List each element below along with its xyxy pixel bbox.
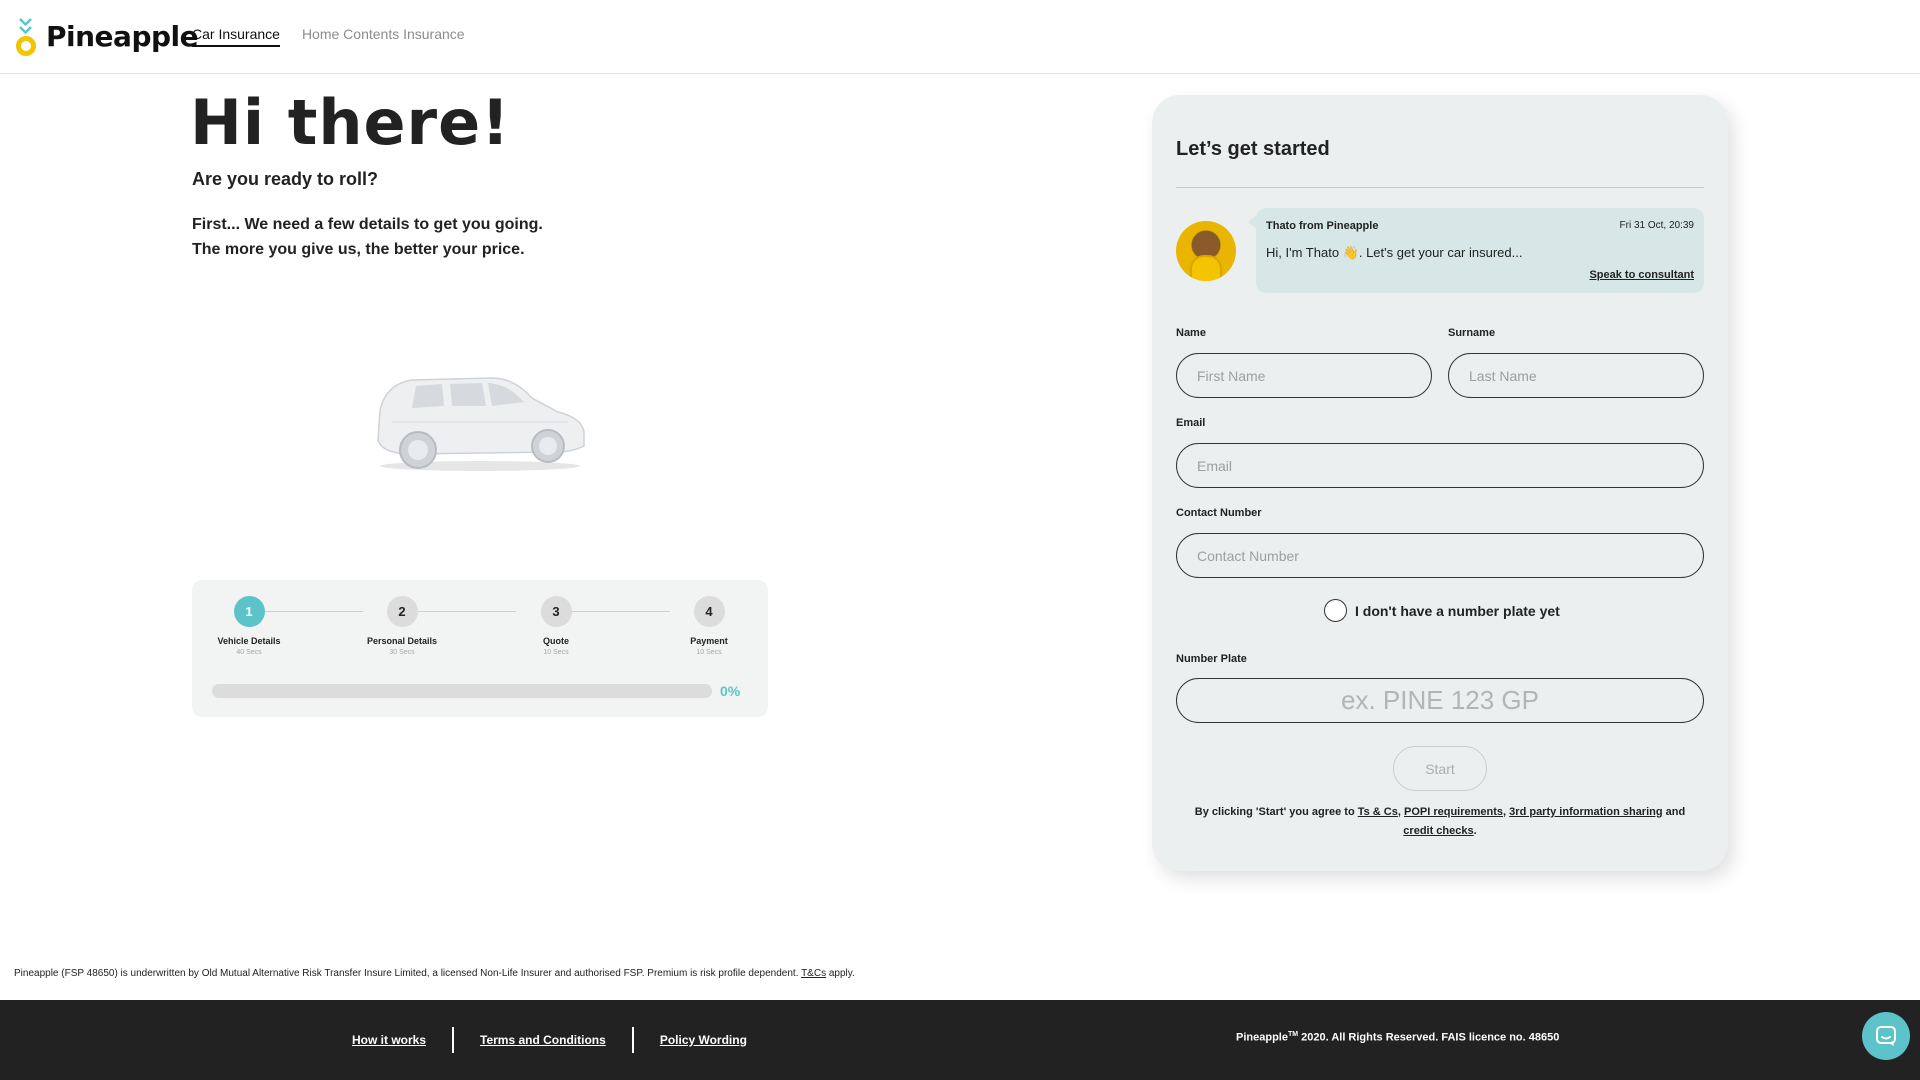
chat-message: Hi, I'm Thato 👋. Let's get your car insu… [1266,245,1523,260]
disclaimer-tcs-link[interactable]: T&Cs [801,968,826,979]
nav-car-insurance[interactable]: Car Insurance [192,26,280,47]
main-nav: Car Insurance Home Contents Insurance [192,26,465,47]
site-footer: How it works Terms and Conditions Policy… [0,1000,1920,1080]
progress-bar [212,684,712,698]
divider [1176,187,1704,188]
no-number-plate-label: I don't have a number plate yet [1355,602,1560,619]
footer-how-it-works-link[interactable]: How it works [352,1033,426,1047]
step-number: 2 [386,596,418,627]
copyright-text: 2020. All Rights Reserved. FAIS licence … [1301,1031,1560,1044]
first-name-input[interactable] [1176,353,1432,398]
copyright-brand: Pineapple [1236,1031,1288,1044]
step-name: Vehicle Details [217,636,281,646]
contact-number-input[interactable] [1176,533,1704,578]
consultant-avatar [1176,221,1236,281]
chat-icon [1876,1026,1896,1046]
ts-cs-link[interactable]: Ts & Cs [1358,806,1398,818]
step-time: 30 Secs [389,649,415,656]
progress-steps-panel: 1 Vehicle Details 40 Secs 2 Personal Det… [192,580,768,717]
step-number: 3 [540,596,572,627]
contact-number-label: Contact Number [1176,507,1262,519]
surname-label: Surname [1448,327,1496,339]
disclaimer-suffix: apply. [828,968,855,979]
number-plate-label: Number Plate [1176,653,1247,665]
form-title: Let’s get started [1176,138,1330,160]
step-payment: 4 Payment 10 Secs [654,596,764,656]
no-number-plate-option[interactable]: I don't have a number plate yet [1324,599,1560,622]
footer-terms-link[interactable]: Terms and Conditions [480,1033,606,1047]
step-time: 40 Secs [236,649,262,656]
last-name-input[interactable] [1448,353,1704,398]
terms-prefix: By clicking 'Start' you agree to [1194,806,1355,818]
legal-disclaimer: Pineapple (FSP 48650) is underwritten by… [14,968,855,979]
copyright: PineappleTM 2020. All Rights Reserved. F… [1236,1031,1559,1044]
step-number: 4 [693,596,725,627]
email-input[interactable] [1176,443,1704,488]
name-label: Name [1176,327,1206,339]
quote-form-card: Let’s get started Thato from Pineapple F… [1152,95,1728,871]
popi-requirements-link[interactable]: POPI requirements [1404,806,1503,818]
chat-timestamp: Fri 31 Oct, 20:39 [1619,220,1694,231]
footer-policy-wording-link[interactable]: Policy Wording [660,1033,747,1047]
credit-checks-link[interactable]: credit checks [1403,825,1473,837]
number-plate-input[interactable] [1176,678,1704,723]
step-name: Personal Details [366,636,438,646]
chat-sender: Thato from Pineapple [1266,220,1379,232]
logo-text: Pineapple [46,19,199,53]
step-quote: 3 Quote 10 Secs [501,596,611,656]
hero-description: First... We need a few details to get yo… [192,212,543,262]
step-number: 1 [233,596,265,627]
start-button[interactable]: Start [1393,746,1487,791]
third-party-sharing-link[interactable]: 3rd party information sharing [1509,806,1662,818]
step-time: 10 Secs [696,649,722,656]
hero-description-line-1: First... We need a few details to get yo… [192,216,543,233]
hero-subtitle: Are you ready to roll? [192,169,379,189]
progress-percent: 0% [720,683,741,699]
site-header: Pineapple Car Insurance Home Contents In… [0,0,1920,74]
page-title: Hi there! [190,86,511,159]
trademark: TM [1287,1031,1299,1038]
disclaimer-text: Pineapple (FSP 48650) is underwritten by… [14,968,799,979]
speak-to-consultant-link[interactable]: Speak to consultant [1589,269,1694,281]
pineapple-logo-icon [14,16,38,56]
step-vehicle-details: 1 Vehicle Details 40 Secs [194,596,304,656]
car-illustration [377,377,585,471]
footer-separator [452,1027,455,1053]
chat-launcher-button[interactable] [1862,1012,1910,1060]
step-time: 10 Secs [543,649,569,656]
nav-home-contents-insurance[interactable]: Home Contents Insurance [302,26,465,47]
chat-bubble: Thato from Pineapple Fri 31 Oct, 20:39 H… [1248,208,1704,293]
footer-links: How it works Terms and Conditions Policy… [352,1027,747,1053]
step-name: Payment [690,636,728,646]
terms-agreement: By clicking 'Start' you agree to Ts & Cs… [1194,806,1686,837]
terms-and: and [1665,806,1686,818]
no-number-plate-checkbox[interactable] [1324,599,1347,622]
hero-description-line-2: The more you give us, the better your pr… [192,241,525,258]
step-personal-details: 2 Personal Details 30 Secs [347,596,457,656]
email-label: Email [1176,417,1206,429]
pineapple-logo[interactable]: Pineapple [14,16,199,56]
footer-separator [631,1027,634,1053]
step-name: Quote [543,636,569,646]
